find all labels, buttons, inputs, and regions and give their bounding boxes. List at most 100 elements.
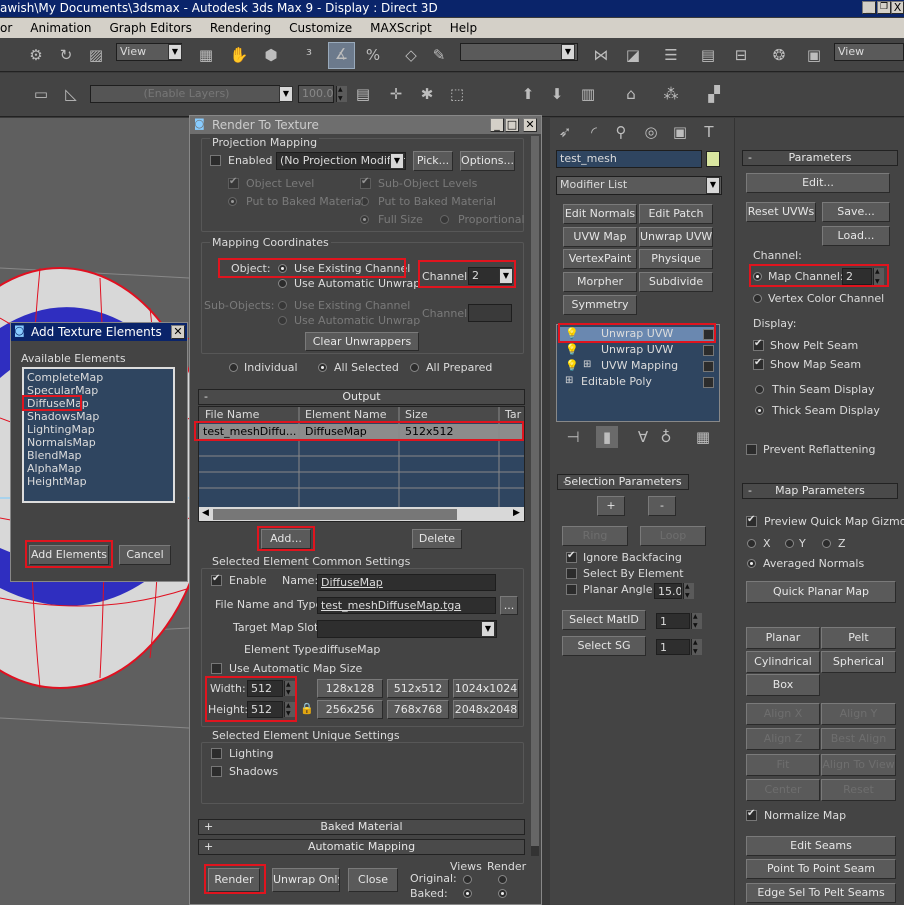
- list-item[interactable]: AlphaMap: [27, 462, 170, 475]
- sub-object-levels-checkbox[interactable]: [360, 176, 371, 189]
- loop-button[interactable]: Loop: [640, 526, 706, 546]
- menu-item-maxscript[interactable]: MAXScript: [370, 21, 432, 35]
- zoom-field[interactable]: 100.0: [298, 85, 334, 103]
- close-button[interactable]: Close: [348, 868, 398, 892]
- motion-tab-icon[interactable]: ◎: [640, 121, 662, 143]
- align-to-view-button[interactable]: Align To View: [821, 754, 896, 776]
- quick-planar-map-button[interactable]: Quick Planar Map: [746, 581, 896, 603]
- axis-z-radio[interactable]: [822, 539, 831, 548]
- planar-angle-checkbox[interactable]: [566, 584, 577, 595]
- tool-icon[interactable]: ⬚: [446, 83, 468, 105]
- lightbulb-icon[interactable]: 💡: [565, 343, 579, 356]
- bake-icon[interactable]: ▥: [577, 83, 599, 105]
- restore-button[interactable]: ❐: [877, 1, 891, 14]
- create-tab-icon[interactable]: ➶: [554, 121, 576, 143]
- chevron-down-icon[interactable]: ▼: [499, 268, 513, 284]
- cancel-button[interactable]: Cancel: [119, 545, 171, 565]
- render-frame-icon[interactable]: ▞: [703, 83, 725, 105]
- align-x-button[interactable]: Align X: [746, 703, 820, 725]
- enable-checkbox[interactable]: [211, 573, 222, 586]
- schematic-icon[interactable]: ⊟: [730, 44, 752, 66]
- expand-icon[interactable]: ⊞: [565, 375, 573, 386]
- stack-item-toggle[interactable]: [703, 329, 714, 340]
- unwrap-only-button[interactable]: Unwrap Only: [272, 868, 340, 892]
- best-align-button[interactable]: Best Align: [821, 728, 896, 750]
- display-tab-icon[interactable]: ▣: [669, 121, 691, 143]
- unlink-icon[interactable]: ↻: [55, 44, 77, 66]
- set-current-layer-icon[interactable]: ◺: [60, 83, 82, 105]
- unwrap-uvw-button[interactable]: Unwrap UVW: [639, 227, 713, 247]
- render-view-select[interactable]: View: [834, 43, 904, 61]
- thin-seam-radio[interactable]: [755, 385, 764, 394]
- modifier-list-select[interactable]: Modifier List: [556, 176, 722, 195]
- menu-item-file[interactable]: or: [0, 21, 12, 35]
- menu-item-animation[interactable]: Animation: [30, 21, 91, 35]
- pelt-button[interactable]: Pelt: [821, 627, 896, 649]
- map-channel-spinner[interactable]: [873, 268, 884, 285]
- width-input[interactable]: 512: [247, 680, 283, 697]
- output-table[interactable]: File Name Element Name Size Tar test_mes…: [198, 406, 525, 522]
- pick-button[interactable]: Pick...: [413, 151, 453, 171]
- plus-icon[interactable]: ✛: [385, 83, 407, 105]
- stack-item-toggle[interactable]: [703, 377, 714, 388]
- spinner-snap-icon[interactable]: ◇: [400, 44, 422, 66]
- browse-button[interactable]: ...: [500, 596, 518, 615]
- chevron-down-icon[interactable]: ▼: [168, 44, 182, 60]
- select-all-icon[interactable]: ▤: [352, 83, 374, 105]
- full-size-radio[interactable]: [360, 215, 369, 224]
- chevron-down-icon[interactable]: ▼: [390, 153, 404, 169]
- list-item[interactable]: NormalsMap: [27, 436, 170, 449]
- size-2048-button[interactable]: 2048x2048: [453, 700, 519, 719]
- options-button[interactable]: Options...: [460, 151, 515, 171]
- list-item[interactable]: HeightMap: [27, 475, 170, 488]
- stack-item-toggle[interactable]: [703, 345, 714, 356]
- minimize-button[interactable]: _: [490, 118, 504, 132]
- explode-icon[interactable]: ✱: [416, 83, 438, 105]
- utilities-tab-icon[interactable]: T: [698, 121, 720, 143]
- scroll-thumb[interactable]: [213, 509, 457, 520]
- add-button[interactable]: Add...: [261, 529, 311, 549]
- matid-input[interactable]: 1: [656, 613, 690, 629]
- proportional-radio[interactable]: [440, 215, 449, 224]
- material-editor-icon[interactable]: ❂: [768, 44, 790, 66]
- select-sg-button[interactable]: Select SG: [562, 636, 646, 656]
- hierarchy-tab-icon[interactable]: ⚲: [610, 121, 632, 143]
- modify-tab-icon[interactable]: ◜: [583, 121, 605, 143]
- center-button[interactable]: Center: [746, 779, 820, 801]
- prevent-reflattening-checkbox[interactable]: [746, 444, 757, 455]
- remove-modifier-icon[interactable]: ♁: [655, 426, 677, 448]
- zoom-spinner[interactable]: [336, 86, 347, 102]
- sub-use-auto-radio[interactable]: [278, 316, 287, 325]
- list-item[interactable]: ShadowsMap: [27, 410, 170, 423]
- all-prepared-radio[interactable]: [410, 363, 419, 372]
- baked-views-radio[interactable]: [463, 889, 472, 898]
- ring-button[interactable]: Ring: [562, 526, 628, 546]
- chevron-down-icon[interactable]: ▼: [561, 44, 575, 60]
- configure-sets-icon[interactable]: ▦: [692, 426, 714, 448]
- physique-button[interactable]: Physique: [639, 249, 713, 269]
- menu-item-help[interactable]: Help: [450, 21, 477, 35]
- lightbulb-icon[interactable]: 💡: [565, 327, 579, 340]
- align-z-button[interactable]: Align Z: [746, 728, 820, 750]
- output-rollout-header[interactable]: - Output: [198, 389, 525, 405]
- bind-icon[interactable]: ▨: [85, 44, 107, 66]
- map-parameters-header[interactable]: - Map Parameters: [742, 483, 898, 499]
- vertex-color-channel-radio[interactable]: [753, 294, 762, 303]
- menu-item-customize[interactable]: Customize: [289, 21, 352, 35]
- baked-render-radio[interactable]: [498, 889, 507, 898]
- dialog-scrollbar[interactable]: [531, 136, 539, 856]
- angle-snap-icon[interactable]: ∡: [328, 42, 355, 69]
- ignore-backfacing-checkbox[interactable]: [566, 550, 577, 563]
- width-spinner[interactable]: [284, 681, 295, 696]
- modifier-stack[interactable]: 💡 Unwrap UVW 💡 Unwrap UVW 💡 ⊞ UVW Mappin…: [556, 324, 720, 422]
- baked-material-rollout[interactable]: + Baked Material: [198, 819, 525, 835]
- align-icon[interactable]: ◪: [622, 44, 644, 66]
- sg-spinner[interactable]: [691, 639, 702, 655]
- list-item[interactable]: SpecularMap: [27, 384, 170, 397]
- reset-uvws-button[interactable]: Reset UVWs: [746, 202, 816, 222]
- auto-map-size-checkbox[interactable]: [211, 663, 222, 674]
- list-item[interactable]: LightingMap: [27, 423, 170, 436]
- list-item[interactable]: CompleteMap: [27, 371, 170, 384]
- scroll-left-icon[interactable]: ◀: [202, 508, 209, 518]
- edit-normals-button[interactable]: Edit Normals: [563, 204, 637, 224]
